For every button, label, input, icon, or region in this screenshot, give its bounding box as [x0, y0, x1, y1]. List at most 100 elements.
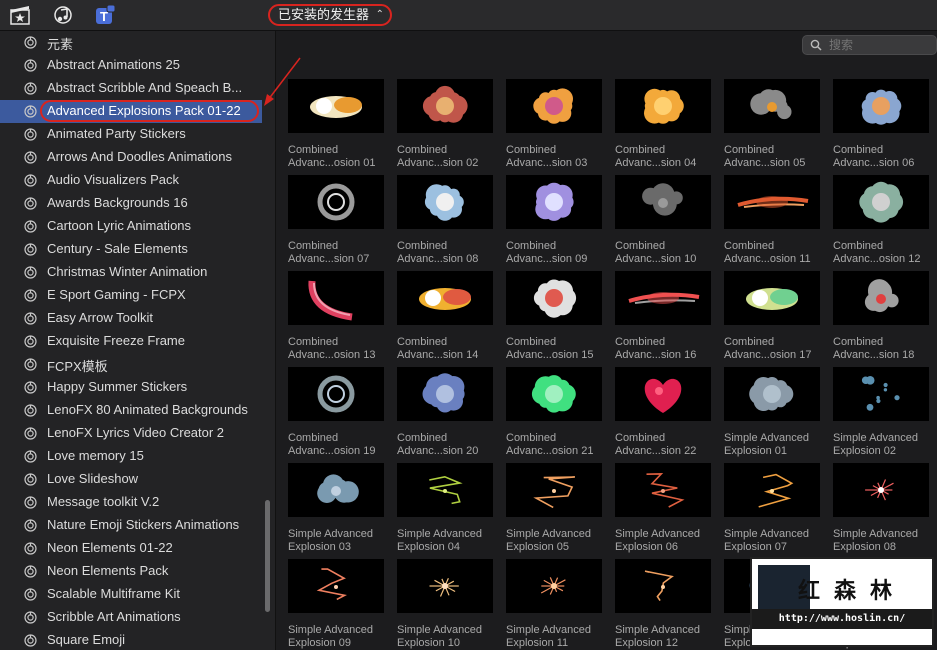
tile-thumbnail[interactable] — [615, 175, 711, 229]
sidebar-item[interactable]: LenoFX Lyrics Video Creator 2 — [0, 422, 262, 445]
tile-thumbnail[interactable] — [833, 367, 929, 421]
tile-thumbnail[interactable] — [397, 79, 493, 133]
sidebar-item[interactable]: Abstract Animations 25 — [0, 54, 262, 77]
tile-thumbnail[interactable] — [724, 175, 820, 229]
tile-thumbnail[interactable] — [833, 463, 929, 517]
generator-tile[interactable]: Combined Advanc...sion 04 — [615, 79, 711, 170]
generator-tile[interactable]: Combined Advanc...sion 16 — [615, 271, 711, 362]
tile-thumbnail[interactable] — [615, 271, 711, 325]
sidebar-item[interactable]: Nature Emoji Stickers Animations — [0, 514, 262, 537]
generator-tile[interactable]: Simple Advanced Explosion 12 — [615, 559, 711, 650]
tile-thumbnail[interactable] — [833, 79, 929, 133]
sidebar-item[interactable]: Neon Elements 01-22 — [0, 537, 262, 560]
sidebar-item[interactable]: LenoFX 80 Animated Backgrounds — [0, 399, 262, 422]
generator-tile[interactable]: Simple Advanced Explosion 06 — [615, 463, 711, 554]
sidebar-scrollbar[interactable] — [265, 500, 270, 612]
tile-thumbnail[interactable] — [833, 175, 929, 229]
tile-thumbnail[interactable] — [506, 271, 602, 325]
sidebar-item[interactable]: Cartoon Lyric Animations — [0, 215, 262, 238]
generator-tile[interactable]: Combined Advanc...osion 15 — [506, 271, 602, 362]
generator-tile[interactable]: Combined Advanc...sion 06 — [833, 79, 929, 170]
tile-thumbnail[interactable] — [724, 271, 820, 325]
generator-tile[interactable]: Simple Advanced Explosion 07 — [724, 463, 820, 554]
generator-tile[interactable]: Combined Advanc...sion 02 — [397, 79, 493, 170]
sidebar-item[interactable]: 元素 — [0, 31, 262, 54]
generator-tile[interactable]: Combined Advanc...sion 14 — [397, 271, 493, 362]
sidebar-item[interactable]: Scribble Art Animations — [0, 606, 262, 629]
generator-tile[interactable]: Simple Advanced Explosion 11 — [506, 559, 602, 650]
sidebar-item[interactable]: E Sport Gaming - FCPX — [0, 284, 262, 307]
sidebar-item[interactable]: Arrows And Doodles Animations — [0, 146, 262, 169]
sidebar-item[interactable]: Awards Backgrounds 16 — [0, 192, 262, 215]
tile-thumbnail[interactable] — [397, 271, 493, 325]
generator-tile[interactable]: Simple Advanced Explosion 01 — [724, 367, 820, 458]
generator-tile[interactable]: Combined Advanc...osion 19 — [288, 367, 384, 458]
sidebar-item[interactable]: Audio Visualizers Pack — [0, 169, 262, 192]
generator-tile[interactable]: Combined Advanc...osion 13 — [288, 271, 384, 362]
generator-tile[interactable]: Combined Advanc...osion 11 — [724, 175, 820, 266]
tile-thumbnail[interactable] — [288, 271, 384, 325]
sidebar-item[interactable]: Exquisite Freeze Frame — [0, 330, 262, 353]
sidebar-item[interactable]: Neon Elements Pack — [0, 560, 262, 583]
tile-thumbnail[interactable] — [724, 463, 820, 517]
generator-tile[interactable]: Combined Advanc...sion 08 — [397, 175, 493, 266]
sidebar-item[interactable]: Message toolkit V.2 — [0, 491, 262, 514]
sidebar-item[interactable]: Century - Sale Elements — [0, 238, 262, 261]
sidebar-item[interactable]: Abstract Scribble And Speach B... — [0, 77, 262, 100]
sidebar-item[interactable]: Christmas Winter Animation — [0, 261, 262, 284]
tile-thumbnail[interactable] — [288, 175, 384, 229]
generator-tile[interactable]: Simple Advanced Explosion 10 — [397, 559, 493, 650]
sidebar-item[interactable]: Happy Summer Stickers — [0, 376, 262, 399]
generator-tile[interactable]: Simple Advanced Explosion 05 — [506, 463, 602, 554]
tile-thumbnail[interactable] — [397, 559, 493, 613]
generator-tile[interactable]: Simple Advanced Explosion 02 — [833, 367, 929, 458]
sidebar-item[interactable]: Scalable Multiframe Kit — [0, 583, 262, 606]
sidebar-item[interactable]: Advanced Explosions Pack 01-22 — [0, 100, 262, 123]
tile-thumbnail[interactable] — [833, 271, 929, 325]
tile-thumbnail[interactable] — [288, 79, 384, 133]
tile-thumbnail[interactable] — [615, 367, 711, 421]
tile-thumbnail[interactable] — [724, 79, 820, 133]
titles-icon[interactable]: T — [94, 4, 116, 26]
generator-tile[interactable]: Combined Advanc...sion 18 — [833, 271, 929, 362]
generator-tile[interactable]: Combined Advanc...sion 09 — [506, 175, 602, 266]
generator-tile[interactable]: Simple Advanced Explosion 04 — [397, 463, 493, 554]
tile-thumbnail[interactable] — [288, 463, 384, 517]
tile-thumbnail[interactable] — [724, 367, 820, 421]
sidebar-item[interactable]: Love Slideshow — [0, 468, 262, 491]
search-field[interactable] — [802, 35, 937, 55]
tile-thumbnail[interactable] — [288, 367, 384, 421]
tile-thumbnail[interactable] — [506, 175, 602, 229]
tile-thumbnail[interactable] — [615, 559, 711, 613]
tile-thumbnail[interactable] — [288, 559, 384, 613]
tile-thumbnail[interactable] — [506, 79, 602, 133]
generator-tile[interactable]: Simple Advanced Explosion 08 — [833, 463, 929, 554]
sidebar-item[interactable]: Easy Arrow Toolkit — [0, 307, 262, 330]
tile-thumbnail[interactable] — [506, 463, 602, 517]
generator-tile[interactable]: Simple Advanced Explosion 03 — [288, 463, 384, 554]
tile-thumbnail[interactable] — [615, 79, 711, 133]
search-input[interactable] — [829, 37, 929, 53]
generator-tile[interactable]: Combined Advanc...osion 12 — [833, 175, 929, 266]
tile-thumbnail[interactable] — [397, 367, 493, 421]
clapper-star-icon[interactable] — [9, 4, 31, 26]
tile-thumbnail[interactable] — [506, 367, 602, 421]
music-icon[interactable] — [52, 4, 74, 26]
generator-tile[interactable]: Combined Advanc...osion 17 — [724, 271, 820, 362]
tile-thumbnail[interactable] — [615, 463, 711, 517]
tile-thumbnail[interactable] — [397, 463, 493, 517]
sidebar-item[interactable]: FCPX模板 — [0, 353, 262, 376]
generator-tile[interactable]: Combined Advanc...osion 21 — [506, 367, 602, 458]
generator-tile[interactable]: Combined Advanc...osion 01 — [288, 79, 384, 170]
sidebar-item[interactable]: Animated Party Stickers — [0, 123, 262, 146]
generator-tile[interactable]: Combined Advanc...sion 10 — [615, 175, 711, 266]
tile-thumbnail[interactable] — [506, 559, 602, 613]
sidebar-item[interactable]: Love memory 15 — [0, 445, 262, 468]
generator-tile[interactable]: Simple Advanced Explosion 09 — [288, 559, 384, 650]
generator-tile[interactable]: Combined Advanc...sion 07 — [288, 175, 384, 266]
sidebar-item[interactable]: Square Emoji — [0, 629, 262, 650]
generator-category-select[interactable]: 已安装的发生器 ⌃ — [268, 4, 392, 26]
generator-tile[interactable]: Combined Advanc...sion 22 — [615, 367, 711, 458]
generator-tile[interactable]: Combined Advanc...sion 03 — [506, 79, 602, 170]
generator-tile[interactable]: Combined Advanc...sion 05 — [724, 79, 820, 170]
